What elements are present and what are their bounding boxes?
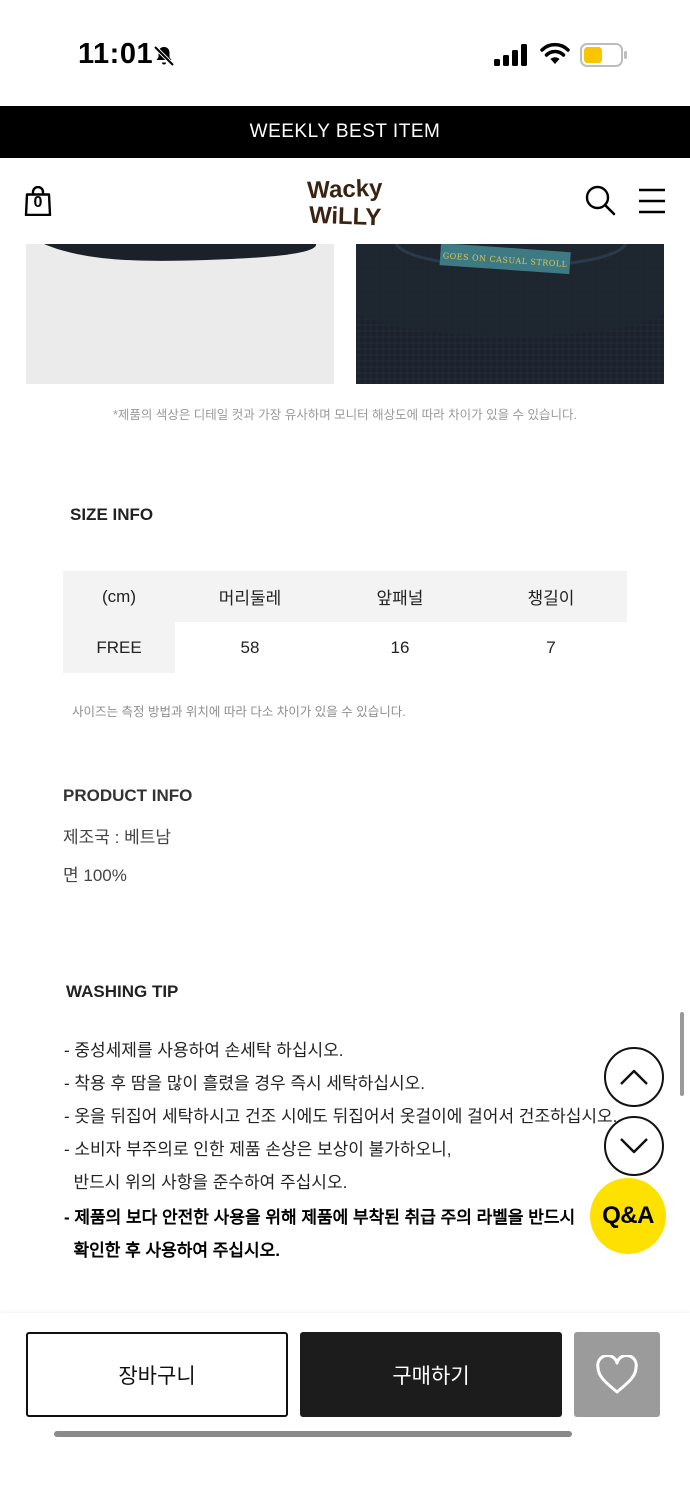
buy-now-button[interactable]: 구매하기	[300, 1332, 562, 1417]
home-indicator	[54, 1431, 572, 1437]
size-info-title: SIZE INFO	[70, 505, 154, 524]
site-header: 0 Wacky WiLLY	[0, 158, 690, 244]
washing-tip-line: - 소비자 부주의로 인한 제품 손상은 보상이 불가하오니,	[64, 1140, 452, 1159]
wifi-icon	[540, 42, 570, 64]
size-header-brim-length: 챙길이	[527, 589, 575, 608]
promo-banner-text: WEEKLY BEST ITEM	[249, 121, 441, 142]
size-front-panel-value: 16	[390, 637, 410, 657]
cellular-signal-icon	[494, 44, 527, 66]
product-info-title: PRODUCT INFO	[63, 786, 193, 805]
washing-tip-warning-line: - 제품의 보다 안전한 사용을 위해 제품에 부착된 취급 주의 라벨을 반드…	[64, 1208, 576, 1227]
wacky-willy-logo[interactable]: Wacky WiLLY	[300, 174, 390, 228]
wishlist-button[interactable]	[574, 1332, 660, 1417]
size-label: FREE	[63, 622, 175, 673]
size-header-front-panel: 앞패널	[376, 589, 424, 608]
qa-button[interactable]: Q&A	[590, 1178, 666, 1254]
add-to-cart-label: 장바구니	[118, 1364, 196, 1388]
color-disclaimer: *제품의 색상은 디테일 컷과 가장 유사하며 모니터 해상도에 따라 차이가 …	[112, 408, 577, 422]
buy-now-label: 구매하기	[392, 1364, 470, 1388]
cap-front-label-image: GOES ON CASUAL STROLL	[356, 244, 664, 384]
scroll-top-button[interactable]	[604, 1047, 664, 1107]
size-table-header-row: (cm) 머리둘레 앞패널 챙길이	[63, 571, 627, 622]
cart-count: 0	[33, 194, 43, 211]
size-header-head-circumference: 머리둘레	[218, 589, 282, 608]
size-disclaimer: 사이즈는 측정 방법과 위치에 따라 다소 차이가 있을 수 있습니다.	[72, 705, 406, 719]
status-bar: 11:01	[0, 0, 690, 106]
qa-label: Q&A	[602, 1202, 654, 1229]
add-to-cart-button[interactable]: 장바구니	[26, 1332, 288, 1417]
battery-icon	[580, 43, 627, 67]
scrollbar[interactable]	[680, 1012, 684, 1096]
chevron-down-icon	[620, 1138, 648, 1154]
size-brim-length-value: 7	[546, 637, 556, 657]
size-head-circumference-value: 58	[240, 637, 260, 657]
cap-brim-image	[44, 244, 317, 261]
heart-icon	[596, 1354, 638, 1393]
washing-tip-line: 반드시 위의 사항을 준수하여 주십시오.	[64, 1173, 348, 1192]
washing-tip-line: - 중성세제를 사용하여 손세탁 하십시오.	[64, 1041, 344, 1060]
washing-tip-title: WASHING TIP	[66, 982, 179, 1001]
search-icon[interactable]	[584, 184, 616, 216]
product-detail-image-right[interactable]: GOES ON CASUAL STROLL	[356, 244, 664, 384]
product-origin: 제조국 : 베트남	[63, 828, 172, 847]
size-header-unit: (cm)	[102, 586, 136, 606]
bottom-action-bar: 장바구니 구매하기	[0, 1313, 690, 1500]
table-row: FREE 58 16 7	[63, 622, 627, 673]
promo-banner[interactable]: WEEKLY BEST ITEM	[0, 106, 690, 158]
hamburger-menu-icon[interactable]	[638, 188, 666, 214]
bell-off-icon	[153, 45, 175, 67]
washing-tip-line: - 착용 후 땀을 많이 흘렸을 경우 즉시 세탁하십시오.	[64, 1074, 425, 1093]
washing-tip-warning-line: 확인한 후 사용하여 주십시오.	[64, 1241, 281, 1260]
svg-text:WiLLY: WiLLY	[308, 202, 381, 228]
size-table: (cm) 머리둘레 앞패널 챙길이 FREE 58 16 7	[63, 571, 627, 673]
washing-tip-line: - 옷을 뒤집어 세탁하시고 건조 시에도 뒤집어서 옷걸이에 걸어서 건조하십…	[64, 1107, 618, 1126]
scroll-bottom-button[interactable]	[604, 1116, 664, 1176]
product-detail-image-left[interactable]	[26, 244, 334, 384]
svg-text:Wacky: Wacky	[307, 175, 384, 205]
chevron-up-icon	[620, 1069, 648, 1085]
status-time: 11:01	[78, 38, 154, 70]
product-material: 면 100%	[63, 866, 127, 885]
